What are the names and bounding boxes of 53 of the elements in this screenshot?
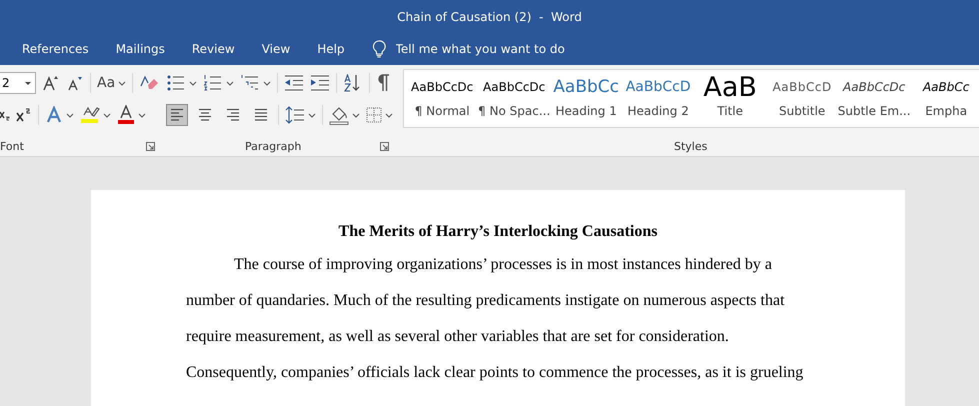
dialog-launcher-icon[interactable]	[380, 142, 390, 150]
font-color-icon[interactable]	[117, 105, 135, 125]
caret-icon[interactable]	[189, 80, 198, 86]
change-case-button[interactable]: Aa	[97, 75, 116, 91]
line-spacing-icon[interactable]	[285, 106, 306, 124]
style-option[interactable]: AaBbCcDc ¶ Normal	[406, 70, 478, 127]
borders-icon[interactable]	[366, 107, 382, 123]
font-size-dropdown[interactable]: 2	[0, 72, 36, 94]
grow-font-icon[interactable]	[42, 74, 60, 92]
caret-icon[interactable]	[263, 80, 272, 86]
numbering-icon[interactable]	[203, 74, 224, 92]
caret-icon[interactable]	[308, 112, 316, 118]
lightbulb-icon	[372, 40, 386, 58]
increase-indent-icon[interactable]	[310, 75, 330, 91]
ribbon-tab[interactable]: Help	[309, 42, 353, 56]
align-button[interactable]	[166, 104, 188, 126]
caret-icon[interactable]	[66, 112, 74, 118]
ribbon-tab[interactable]: Review	[184, 42, 243, 56]
text-effects-icon[interactable]	[45, 106, 63, 124]
body-paragraph: The course of improving organizations’ processes is in most instances hindered by a number of quandaries. Much of the resulting predicaments instigate on numerous aspects that require measurement, as well as several other variables that are set for consideration. Consequently, companies’ officials lack clear points to commence the processes, as it is grueling	[186, 255, 804, 383]
bullets-icon[interactable]	[166, 74, 186, 92]
style-option[interactable]: AaBbCcD Subtitle	[766, 70, 838, 127]
shrink-font-icon[interactable]	[66, 74, 84, 92]
window-title: Chain of Causation (2) - Word	[397, 10, 582, 24]
style-option[interactable]: AaBbCcDc ¶ No Spac...	[478, 70, 550, 127]
tell-me-search-field[interactable]: Tell me what you want to do	[394, 41, 598, 57]
style-option[interactable]: AaBbCcDc Subtle Em...	[838, 70, 910, 127]
style-option[interactable]: AaBbCcD Heading 2	[622, 70, 694, 127]
dialog-launcher-icon[interactable]	[146, 142, 156, 150]
group-label: Styles	[674, 140, 708, 152]
caret-icon[interactable]	[24, 80, 32, 86]
caret-icon[interactable]	[385, 112, 394, 118]
document-title: The Merits of Harry’s Interlocking Causations	[338, 223, 658, 241]
highlighter-icon[interactable]	[80, 105, 100, 125]
decrease-indent-icon[interactable]	[284, 75, 304, 91]
ribbon-tab[interactable]: View	[254, 42, 298, 56]
group-label: Paragraph	[244, 140, 302, 152]
multilevel-list-icon[interactable]	[240, 74, 260, 92]
shading-bucket-icon[interactable]	[329, 105, 350, 125]
caret-icon[interactable]	[352, 112, 360, 118]
caret-icon[interactable]	[103, 112, 111, 118]
group-label: Font	[0, 140, 24, 152]
style-option[interactable]: AaBbCc Empha	[910, 70, 979, 127]
caret-icon[interactable]	[118, 80, 126, 86]
ribbon-tab[interactable]: References	[14, 42, 97, 56]
eraser-icon[interactable]	[139, 74, 160, 92]
caret-icon[interactable]	[138, 112, 146, 118]
superscript-icon[interactable]	[16, 107, 32, 123]
pilcrow-icon[interactable]	[376, 74, 390, 92]
caret-icon[interactable]	[226, 80, 234, 86]
ribbon-tab[interactable]: Mailings	[108, 42, 173, 56]
style-option[interactable]: AaBbCc Heading 1	[550, 70, 622, 127]
style-option[interactable]: AaB Title	[694, 70, 766, 127]
